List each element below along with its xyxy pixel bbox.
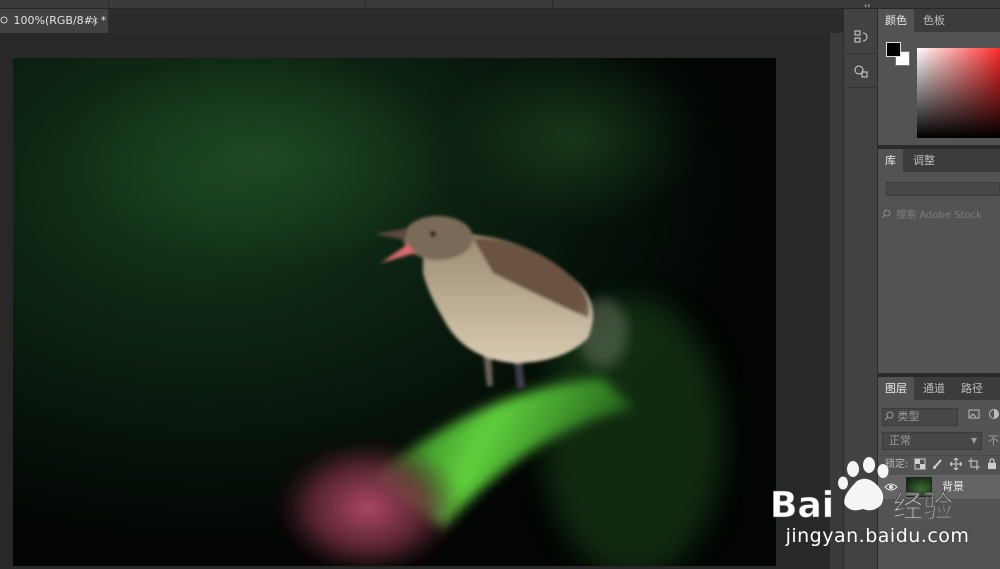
ps-doc-icon: [0, 9, 10, 33]
document-tab-bar: 100%(RGB/8#) * ×: [0, 9, 843, 33]
tab-color[interactable]: 颜色: [878, 9, 914, 32]
baidu-jingyan-watermark: Bai 经验 jingyan.baidu.com: [765, 455, 990, 555]
dock-divider: [846, 87, 876, 88]
stock-search[interactable]: 搜索 Adobe Stock: [881, 207, 1000, 225]
layers-panel-tabs: 图层 通道 路径: [878, 377, 1000, 400]
collapse-icon[interactable]: ‹‹: [864, 1, 870, 10]
tab-paths[interactable]: 路径: [954, 377, 990, 400]
chevron-down-icon: ▼: [970, 436, 977, 445]
canvas-area[interactable]: [0, 33, 829, 569]
color-panel-tabs: 颜色 色板: [878, 9, 1000, 32]
color-panel: 颜色 色板: [878, 9, 1000, 145]
libraries-panel-tabs: 库 调整: [878, 149, 1000, 172]
photoshop-window: 100%(RGB/8#) * × ‹‹ 颜色 色板 库 调整 搜索 Adobe …: [0, 0, 1000, 569]
dock-divider: [846, 53, 876, 54]
library-select[interactable]: [886, 182, 1000, 196]
opacity-label: 不: [988, 434, 999, 447]
tab-channels[interactable]: 通道: [916, 377, 952, 400]
layer-filter-select[interactable]: 类型: [882, 408, 958, 426]
svg-text:经验: 经验: [893, 490, 953, 525]
properties-icon[interactable]: [850, 60, 872, 82]
document-tab[interactable]: 100%(RGB/8#) * ×: [0, 9, 108, 33]
bird-photo: [13, 58, 776, 566]
search-placeholder: 搜索 Adobe Stock: [896, 210, 982, 221]
watermark-url: jingyan.baidu.com: [785, 525, 970, 547]
tab-layers[interactable]: 图层: [878, 377, 914, 400]
tab-adjustments[interactable]: 调整: [906, 149, 942, 172]
fg-bg-swatches[interactable]: [886, 42, 912, 68]
options-divider: [108, 0, 109, 9]
tab-swatches[interactable]: 色板: [916, 9, 952, 32]
canvas-image[interactable]: [13, 58, 776, 566]
options-divider: [365, 0, 366, 9]
search-icon: [884, 410, 898, 423]
svg-text:Bai: Bai: [770, 485, 834, 525]
libraries-panel: 库 调整 搜索 Adobe Stock: [878, 149, 1000, 375]
blend-mode-select[interactable]: 正常 ▼: [882, 432, 982, 450]
options-divider: [552, 0, 553, 9]
baidu-logo: Bai 经验: [770, 457, 953, 526]
adjustment-filter-icon[interactable]: [988, 408, 1000, 422]
tab-libraries[interactable]: 库: [878, 149, 903, 172]
history-icon[interactable]: [850, 26, 872, 48]
image-filter-icon[interactable]: [968, 408, 982, 422]
color-picker-field[interactable]: [917, 48, 1000, 138]
search-icon: [881, 209, 894, 221]
foreground-swatch[interactable]: [886, 42, 901, 57]
close-icon[interactable]: ×: [90, 9, 99, 33]
blend-mode-value: 正常: [889, 434, 911, 447]
layer-filter-label: 类型: [897, 410, 920, 423]
options-bar: [0, 0, 1000, 9]
